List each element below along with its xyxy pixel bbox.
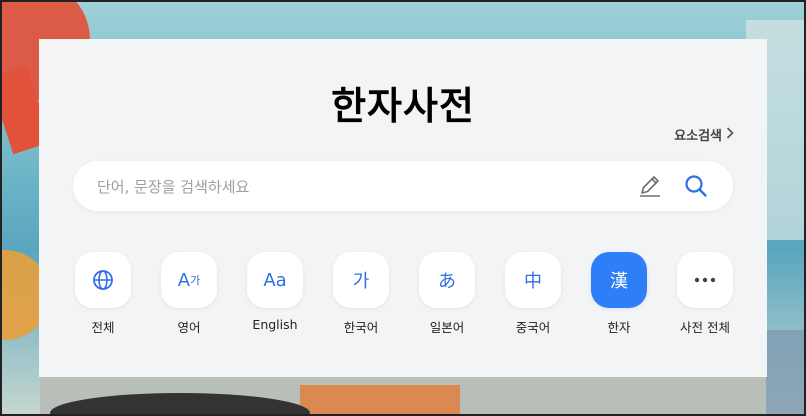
category-all-dictionaries[interactable]: 사전 전체	[675, 252, 735, 336]
element-search-link[interactable]: 요소검색	[674, 125, 734, 144]
search-icon[interactable]	[683, 173, 709, 199]
category-label: 사전 전체	[680, 320, 730, 335]
category-korean[interactable]: 가 한국어	[331, 252, 391, 336]
category-label: 전체	[91, 320, 115, 335]
category-label: English	[252, 317, 298, 332]
search-bar	[73, 161, 733, 213]
hangul-ga-icon: 가	[333, 252, 389, 308]
dictionary-panel: 한자사전 요소검색 단어, 문장을 검색하세요 전체 A 가 영어 Aa Eng…	[39, 39, 767, 377]
category-english[interactable]: Aa English	[245, 252, 305, 332]
category-japanese[interactable]: あ 일본어	[417, 252, 477, 336]
handwriting-pen-icon[interactable]	[637, 174, 663, 198]
category-hanja[interactable]: 漢 한자	[589, 252, 649, 336]
category-label: 한국어	[343, 320, 379, 335]
hanja-icon: 漢	[591, 252, 647, 308]
chevron-right-icon	[726, 126, 734, 143]
search-input[interactable]	[95, 161, 619, 213]
hiragana-a-icon: あ	[419, 252, 475, 308]
category-list: 전체 A가 영어 Aa English 가 한국어 あ 일본어 中 중국어 漢 …	[73, 252, 745, 342]
element-search-label: 요소검색	[674, 129, 722, 144]
chinese-zhong-icon: 中	[505, 252, 561, 308]
globe-icon	[75, 252, 131, 308]
a-ga-icon: A가	[161, 252, 217, 308]
category-label: 중국어	[515, 320, 551, 335]
category-english-korean[interactable]: A가 영어	[159, 252, 219, 336]
category-all[interactable]: 전체	[73, 252, 133, 336]
page-title: 한자사전	[331, 84, 475, 128]
category-chinese[interactable]: 中 중국어	[503, 252, 563, 336]
aa-icon: Aa	[247, 252, 303, 308]
more-icon	[677, 252, 733, 308]
category-label: 영어	[177, 320, 201, 335]
category-label: 한자	[607, 320, 631, 335]
category-label: 일본어	[429, 320, 465, 335]
